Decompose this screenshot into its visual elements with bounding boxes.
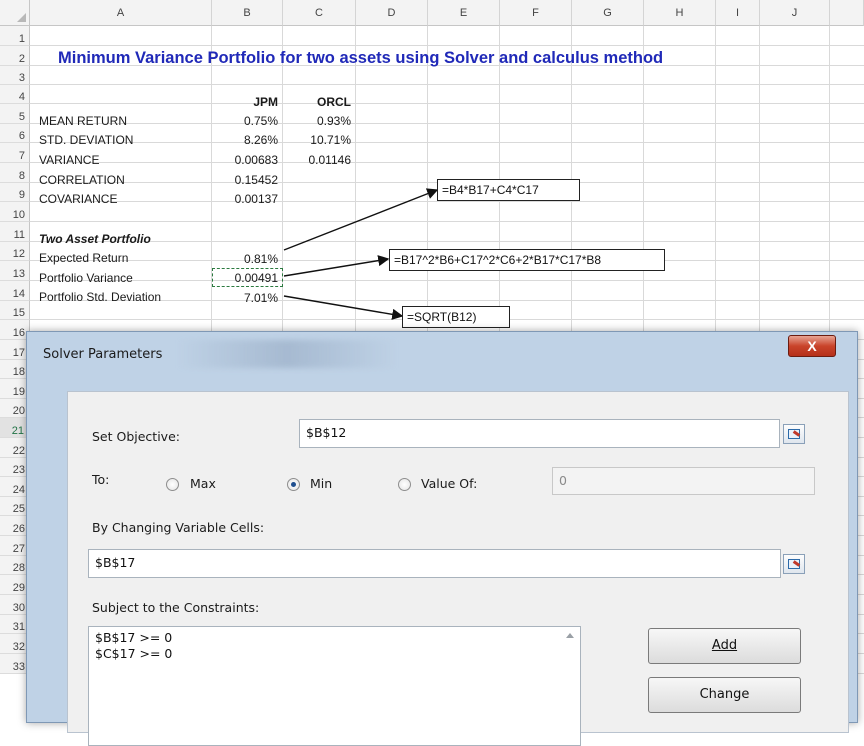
arrow-portfolio-stddev bbox=[283, 295, 404, 320]
close-button[interactable]: X bbox=[788, 335, 836, 357]
constraints-label: Subject to the Constraints: bbox=[92, 600, 260, 615]
add-button[interactable]: Add bbox=[648, 628, 801, 664]
radio-max-label[interactable]: Max bbox=[190, 476, 216, 491]
set-objective-input[interactable]: $B$12 bbox=[299, 419, 780, 448]
scroll-up-icon[interactable] bbox=[566, 633, 574, 638]
value-of-input[interactable]: 0 bbox=[552, 467, 815, 495]
to-label: To: bbox=[92, 472, 110, 487]
radio-value-of-label[interactable]: Value Of: bbox=[421, 476, 477, 491]
callout-expected-return-formula: =B4*B17+C4*C17 bbox=[437, 179, 580, 201]
solver-parameters-dialog: Solver Parameters X Set Objective: $B$12… bbox=[26, 331, 858, 746]
dialog-body: Set Objective: $B$12 To: Max Min Value O… bbox=[67, 391, 849, 746]
arrow-expected-return bbox=[283, 188, 439, 251]
callout-stddev-formula: =SQRT(B12) bbox=[402, 306, 510, 328]
add-button-label: Add bbox=[711, 638, 738, 653]
radio-min[interactable] bbox=[287, 478, 300, 491]
radio-value-of[interactable] bbox=[398, 478, 411, 491]
change-button[interactable]: Change bbox=[648, 677, 801, 713]
constraint-item[interactable]: $C$17 >= 0 bbox=[95, 646, 172, 661]
constraints-list[interactable]: $B$17 >= 0 $C$17 >= 0 bbox=[88, 626, 581, 746]
radio-max[interactable] bbox=[166, 478, 179, 491]
set-objective-ref-button[interactable] bbox=[783, 424, 805, 444]
changing-cells-label: By Changing Variable Cells: bbox=[92, 520, 265, 535]
arrow-portfolio-variance bbox=[283, 255, 390, 277]
dialog-title: Solver Parameters bbox=[43, 347, 163, 362]
changing-cells-ref-button[interactable] bbox=[783, 554, 805, 574]
radio-min-label[interactable]: Min bbox=[310, 476, 332, 491]
callout-variance-formula: =B17^2*B6+C17^2*C6+2*B17*C17*B8 bbox=[389, 249, 665, 271]
constraint-item[interactable]: $B$17 >= 0 bbox=[95, 630, 172, 645]
set-objective-label: Set Objective: bbox=[92, 429, 180, 444]
title-bar-blur bbox=[177, 340, 397, 368]
changing-cells-input[interactable]: $B$17 bbox=[88, 549, 781, 578]
change-button-label: Change bbox=[699, 687, 750, 702]
